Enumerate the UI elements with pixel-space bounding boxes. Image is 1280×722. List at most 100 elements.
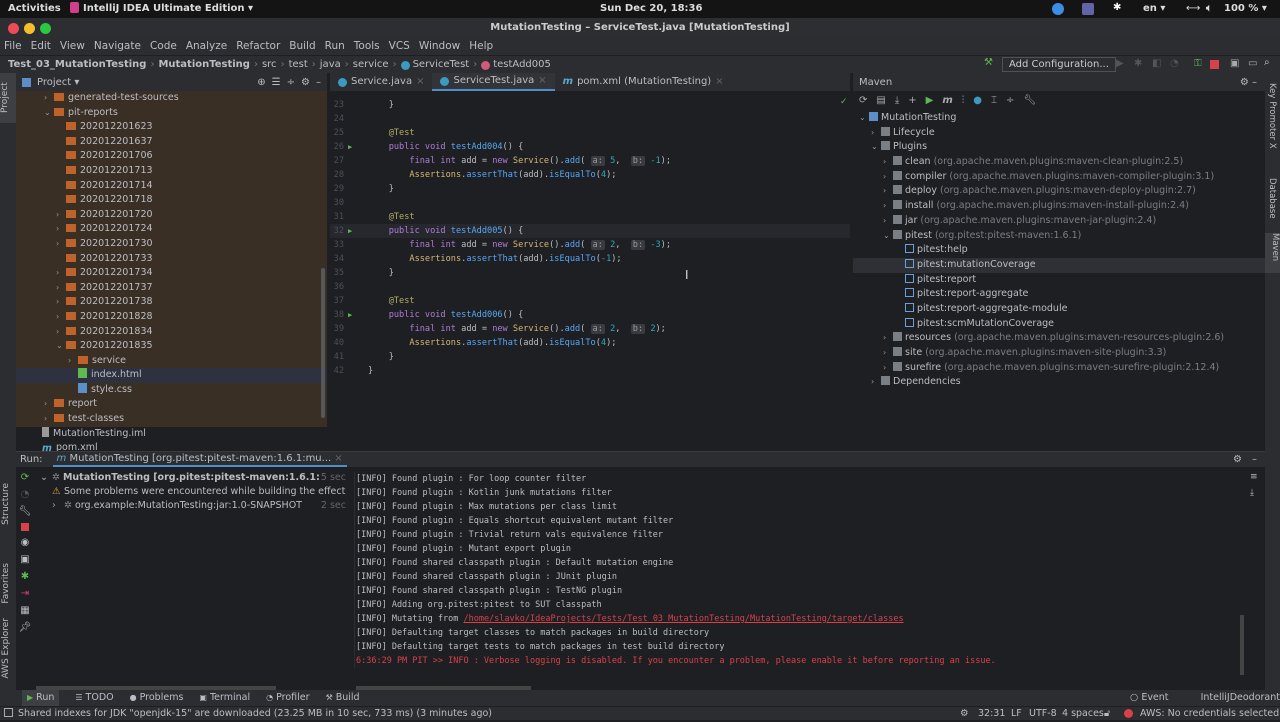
chevron-down-icon[interactable]: ⌄ [859,111,869,126]
locate-icon[interactable]: ⊕ [257,77,265,88]
wrench-icon[interactable]: 🔧︎ [19,506,32,517]
run-tree-item[interactable]: ⌄ ✲ MutationTesting [org.pitest:pitest-mav… [40,471,346,485]
code-line[interactable]: 36 [330,280,850,294]
tree-item[interactable]: › 202012201730 [16,237,327,252]
code-line[interactable]: 31 @Test [330,210,850,224]
inspection-ok-icon[interactable]: ✓ [840,97,848,107]
tool-tab-run[interactable]: ▶ Run [22,690,60,706]
maven-tree-item[interactable]: › jar (org.apache.maven.plugins:maven-jar… [853,214,1265,229]
maven-tree-item[interactable]: ⌄ MutationTesting [853,111,1265,126]
debug-bug-icon[interactable]: ✱ [21,571,29,582]
run-test-gutter-icon[interactable]: ▶ [348,140,352,154]
run-tree-item[interactable]: › ✲ org.example:MutationTesting:jar:1.0-SN… [40,499,346,513]
chevron-right-icon[interactable]: › [883,331,893,346]
code-line[interactable]: 37 @Test [330,294,850,308]
background-tasks-icon[interactable]: ⚙ [960,707,969,720]
show-dependencies-icon[interactable]: ⌶ [991,95,997,106]
close-tab-icon[interactable]: × [715,73,723,91]
activities-button[interactable]: Activities [8,3,61,14]
chevron-right-icon[interactable]: › [56,325,66,340]
maven-tree-item[interactable]: › surefire (org.apache.maven.plugins:mave… [853,361,1265,376]
scroll-to-end-icon[interactable]: ⤓ [1250,488,1258,498]
tree-item[interactable]: 202012201637 [16,135,327,150]
menu-run[interactable]: Run [325,38,345,55]
chevron-right-icon[interactable]: › [68,354,78,369]
menu-navigate[interactable]: Navigate [94,38,141,55]
code-line[interactable]: 32 ▶ public void testAdd005() { [330,224,850,238]
maven-tree-item[interactable]: › Dependencies [853,375,1265,390]
maven-tree-item[interactable]: › deploy (org.apache.maven.plugins:maven-… [853,184,1265,199]
minimize-window-button[interactable] [24,23,35,34]
debug-icon[interactable]: ✱ [1134,58,1142,69]
coverage-icon[interactable]: ◧ [1152,58,1161,69]
maven-tree-item[interactable]: › install (org.apache.maven.plugins:maven… [853,199,1265,214]
settings-wrench-icon[interactable]: 🔧︎ [1023,95,1036,106]
tab-servicetest-java[interactable]: ServiceTest.java × [432,72,555,91]
code-line[interactable]: 35 } [330,266,850,280]
menu-window[interactable]: Window [419,38,460,55]
clock[interactable]: Sun Dec 20, 18:36 [600,3,702,14]
profile-icon[interactable]: ◔ [1170,58,1179,69]
chevron-right-icon[interactable]: › [883,361,893,376]
exit-icon[interactable]: ⇥ [21,588,29,599]
tree-item[interactable]: ⌄ 202012201835 [16,339,327,354]
menu-help[interactable]: Help [469,38,493,55]
code-line[interactable]: 26 ▶ public void testAdd004() { [330,140,850,154]
tree-item[interactable]: 202012201718 [16,193,327,208]
chevron-right-icon[interactable]: › [883,214,893,229]
skip-tests-icon[interactable]: ● [973,95,982,106]
tree-item[interactable]: › test-classes [16,412,327,427]
tree-item[interactable]: ⌄ pit-reports [16,106,327,121]
add-configuration-button[interactable]: Add Configuration... [1002,57,1116,72]
tree-item[interactable]: › 202012201720 [16,208,327,223]
project-structure-icon[interactable]: ▣ [1230,58,1239,69]
maven-tree-item[interactable]: pitest:scmMutationCoverage [853,317,1265,332]
build-hammer-icon[interactable]: ⚒ [984,57,993,68]
chevron-right-icon[interactable]: › [56,266,66,281]
run-test-gutter-icon[interactable]: ▶ [348,308,352,322]
close-tab-icon[interactable]: × [538,72,546,90]
code-line[interactable]: 33 final int add = new Service().add( a:… [330,238,850,252]
tool-tab-profiler[interactable]: ◔ Profiler [266,690,309,706]
gear-icon[interactable]: ⚙ [1233,454,1242,465]
chevron-right-icon[interactable]: › [56,237,66,252]
search-icon[interactable]: ⌕ [1264,57,1270,68]
toggle-view-icon[interactable]: ◔ [21,489,30,500]
tab-service-java[interactable]: Service.java × [330,73,432,91]
project-scrollbar[interactable] [321,268,325,418]
collapse-all-icon[interactable]: ÷ [287,77,295,88]
tree-item[interactable]: › service [16,354,327,369]
eye-icon[interactable]: ◉ [21,537,30,548]
pin-icon[interactable]: 📌︎ [19,622,32,633]
app-menu[interactable]: IntelliJ IDEA Ultimate Edition ▾ [83,3,253,14]
chevron-right-icon[interactable]: › [56,310,66,325]
code-line[interactable]: 23 } [330,98,850,112]
stop-icon[interactable] [21,523,29,531]
lock-icon[interactable]: 🔓︎ [1104,707,1110,720]
console-path-link[interactable]: /home/slavko/IdeaProjects/Tests/Test_03_… [463,614,903,624]
tab-pom-xml[interactable]: m pom.xml (MutationTesting) × [555,73,732,91]
chevron-right-icon[interactable]: › [883,155,893,170]
chevron-right-icon[interactable]: › [871,126,881,141]
project-tool-button[interactable]: Project [0,73,16,123]
project-view-selector[interactable]: Project ▾ [37,77,79,88]
maven-tree-item[interactable]: ⌄ Plugins [853,140,1265,155]
menu-vcs[interactable]: VCS [389,38,410,55]
caret-position[interactable]: 32:31 [978,707,1005,720]
tree-item[interactable]: › 202012201834 [16,325,327,340]
tree-item[interactable]: MutationTesting.iml [16,426,327,442]
network-icon[interactable]: ⟷ [1186,3,1200,14]
tree-item[interactable]: › 202012201738 [16,295,327,310]
breadcrumb-item[interactable]: ServiceTest [413,59,470,70]
chevron-right-icon[interactable]: › [56,208,66,223]
chevron-right-icon[interactable]: › [883,184,893,199]
tree-item[interactable]: › 202012201737 [16,281,327,296]
vcs-icon[interactable]: ⚿ [1194,58,1202,69]
slack-tray-icon[interactable]: ✱ [1113,2,1121,13]
tree-item[interactable]: index.html [16,368,327,383]
code-line[interactable]: 28 Assertions.assertThat(add).isEqualTo(… [330,168,850,182]
run-icon[interactable]: ▶ [1116,58,1124,69]
menu-build[interactable]: Build [289,38,315,55]
chevron-right-icon[interactable]: › [44,412,54,427]
chevron-right-icon[interactable]: › [56,222,66,237]
